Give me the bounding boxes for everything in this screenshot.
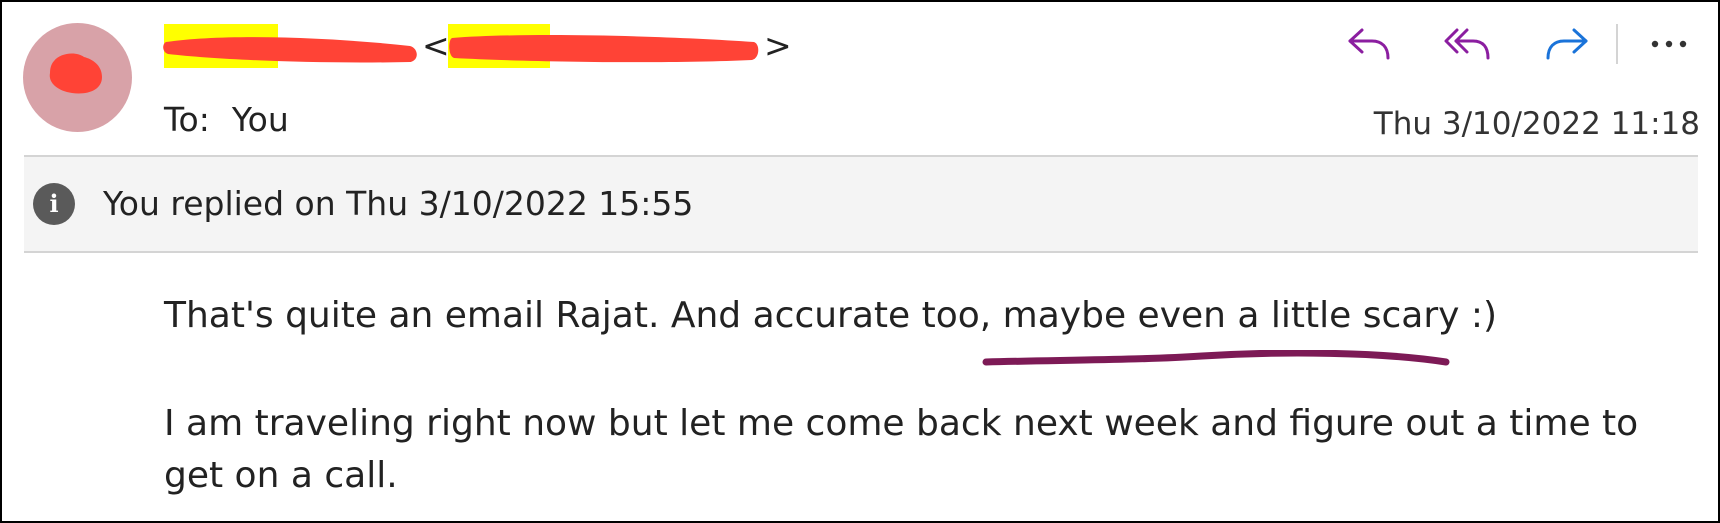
to-label: To: [164, 100, 210, 139]
handwritten-underline [982, 350, 1450, 366]
to-value[interactable]: You [232, 100, 289, 139]
more-actions-button[interactable] [1642, 22, 1696, 66]
sender-name-redaction [163, 37, 417, 63]
body-text-1a: That's quite an email Rajat. And accurat… [164, 295, 1003, 336]
body-text-1c: :) [1459, 295, 1498, 336]
reply-info-text: You replied on Thu 3/10/2022 15:55 [103, 184, 694, 223]
sender-open-bracket: < [422, 26, 450, 65]
avatar-redaction-mark [49, 53, 102, 94]
reply-icon [1348, 28, 1390, 60]
reply-all-icon [1444, 28, 1490, 60]
body-paragraph-1: That's quite an email Rajat. And accurat… [164, 290, 1497, 342]
received-date: Thu 3/10/2022 11:18 [1373, 106, 1700, 142]
sender-close-bracket: > [764, 26, 792, 65]
reply-all-button[interactable] [1440, 22, 1494, 66]
forward-icon [1546, 28, 1588, 60]
reply-info-bar: i You replied on Thu 3/10/2022 15:55 [24, 155, 1698, 253]
body-text-1b: maybe even a little scary [1002, 295, 1460, 336]
body-paragraph-2: I am traveling right now but let me come… [164, 403, 1639, 496]
sender-email-redaction [449, 35, 759, 63]
reply-button[interactable] [1342, 22, 1396, 66]
more-icon [1651, 40, 1687, 48]
info-icon: i [33, 183, 75, 225]
sender-avatar[interactable] [23, 23, 132, 132]
recipient-line: To: You [164, 100, 289, 140]
toolbar-divider [1616, 24, 1618, 64]
forward-button[interactable] [1540, 22, 1594, 66]
